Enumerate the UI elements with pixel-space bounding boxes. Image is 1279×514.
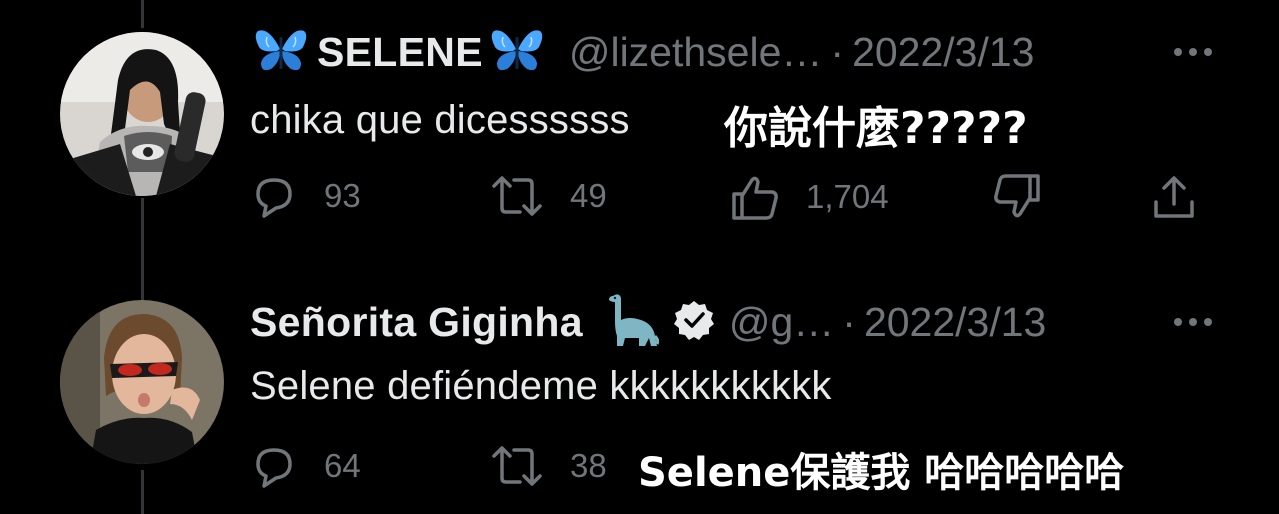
retweet-button[interactable]: 49 xyxy=(490,172,607,220)
tweet-date[interactable]: 2022/3/13 xyxy=(852,29,1034,76)
butterfly-icon xyxy=(491,27,543,78)
reply-count: 64 xyxy=(324,447,361,484)
verified-badge-icon xyxy=(673,299,715,346)
caption-overlay: Selene保護我 哈哈哈哈哈 xyxy=(638,450,1125,496)
retweet-icon xyxy=(492,176,542,216)
tweet-date[interactable]: 2022/3/13 xyxy=(864,299,1046,346)
thumbs-up-icon xyxy=(732,176,778,220)
separator-dot: · xyxy=(842,298,856,345)
reply-button[interactable]: 93 xyxy=(250,172,361,220)
tweet-header: Señorita Giginha @g… · 2022/3/13 xyxy=(250,293,1046,350)
retweet-count: 49 xyxy=(570,177,607,214)
like-count: 1,704 xyxy=(806,178,889,215)
tweet-thread: SELENE @lizethsele… · 2022/3/13 chika qu… xyxy=(0,0,1279,514)
tweet-text: Selene defiéndeme kkkkkkkkkkk xyxy=(250,364,832,408)
retweet-count: 38 xyxy=(570,447,607,484)
tweet-header: SELENE @lizethsele… · 2022/3/13 xyxy=(255,24,1034,80)
retweet-icon xyxy=(492,446,542,486)
more-options-icon[interactable] xyxy=(1174,48,1212,56)
reply-button[interactable]: 64 xyxy=(250,442,361,490)
user-handle[interactable]: @lizethsele… xyxy=(569,29,823,76)
like-button[interactable]: 1,704 xyxy=(730,172,889,222)
separator-dot: · xyxy=(830,28,845,75)
thread-line-top xyxy=(141,0,144,28)
user-handle[interactable]: @g… xyxy=(729,299,834,346)
dislike-button[interactable] xyxy=(992,172,1042,222)
share-button[interactable] xyxy=(1150,172,1198,222)
caption-overlay: 你說什麼????? xyxy=(724,103,1028,154)
share-icon xyxy=(1154,176,1194,218)
reply-count: 93 xyxy=(324,177,361,214)
thread-line-middle xyxy=(141,198,144,300)
avatar-selene[interactable] xyxy=(60,32,224,196)
thumbs-down-icon xyxy=(994,174,1040,218)
reply-icon xyxy=(256,448,292,488)
avatar-giginha[interactable] xyxy=(60,300,224,464)
sauropod-icon xyxy=(599,290,659,355)
display-name[interactable]: Señorita Giginha xyxy=(250,299,583,346)
tweet-text: chika que dicessssss xyxy=(250,98,630,142)
retweet-button[interactable]: 38 xyxy=(490,442,607,490)
display-name[interactable]: SELENE xyxy=(317,29,483,76)
thread-line-bottom xyxy=(141,470,144,514)
more-options-icon[interactable] xyxy=(1174,318,1212,326)
reply-icon xyxy=(256,178,292,218)
butterfly-icon xyxy=(255,27,307,78)
